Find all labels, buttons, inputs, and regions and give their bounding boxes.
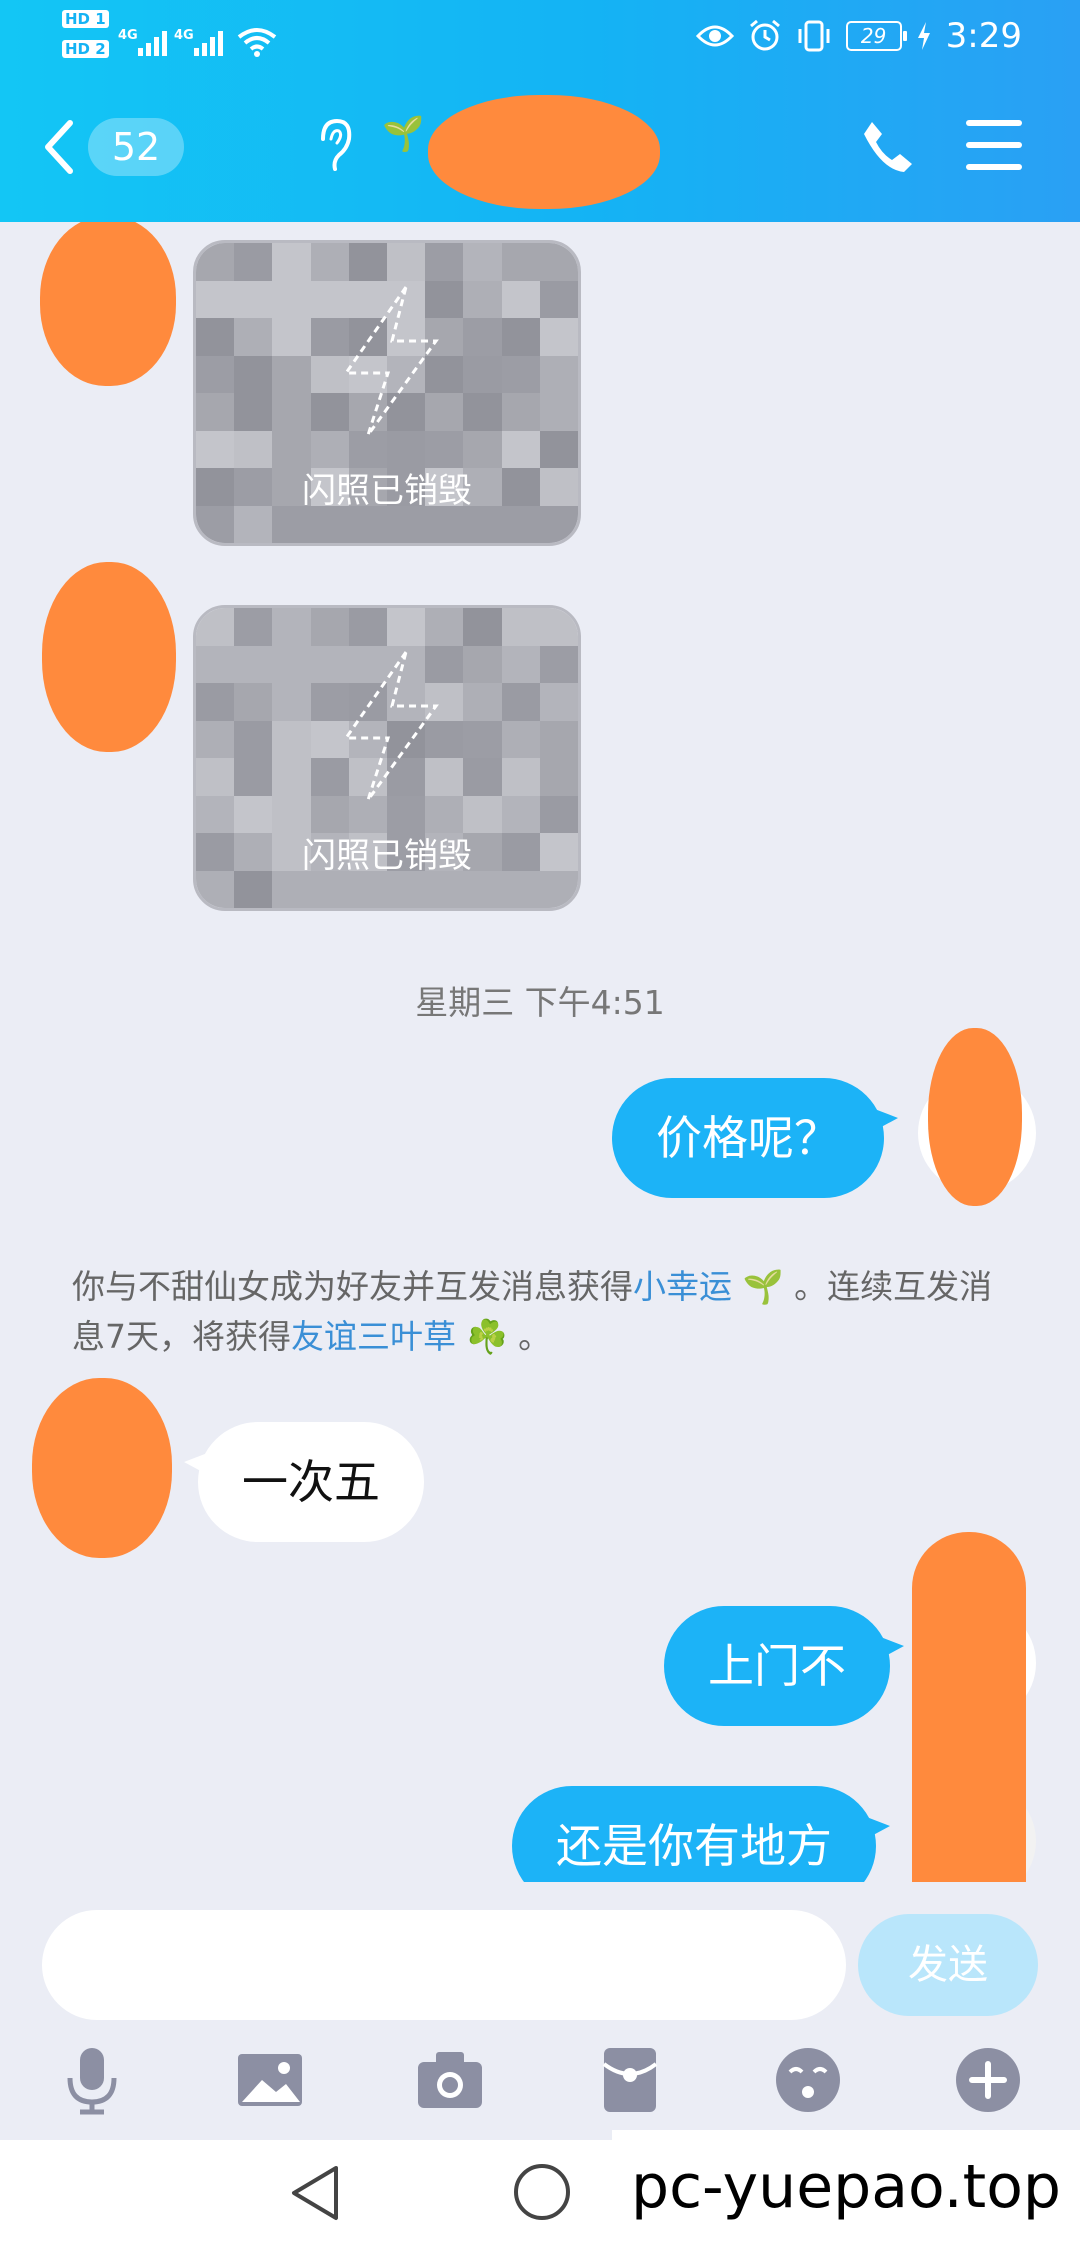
flash-photo-message[interactable]: 闪照已销毁 [193, 605, 581, 911]
lightning-icon [343, 286, 439, 436]
red-packet-icon [602, 2048, 658, 2112]
top-bar: HD 1 HD 2 4G 4G 29 3:29 52 🌱 [0, 0, 1080, 222]
camera-icon [418, 2052, 482, 2108]
flash-photo-message[interactable]: 闪照已销毁 [193, 240, 581, 546]
system-message: 你与不甜仙女成为好友并互发消息获得小幸运 🌱 。连续互发消息7天，将获得友谊三叶… [72, 1262, 1022, 1362]
back-button[interactable]: 52 [40, 110, 200, 184]
battery-icon: 29 [845, 21, 907, 51]
message-bubble-outgoing[interactable]: 还是你有地方 [512, 1786, 890, 1882]
clover-icon: ☘️ [456, 1317, 519, 1356]
flash-photo-label: 闪照已销毁 [302, 836, 472, 876]
camera-button[interactable] [414, 2044, 486, 2116]
message-input[interactable] [42, 1910, 846, 2020]
back-chevron-icon [45, 120, 73, 174]
nav-home-icon[interactable] [514, 2164, 570, 2220]
input-toolbar [0, 2022, 1080, 2140]
unread-count-badge: 52 [88, 118, 184, 176]
voice-button[interactable] [56, 2044, 128, 2116]
input-bar: 发送 [0, 1882, 1080, 2022]
phone-icon[interactable] [858, 116, 918, 176]
lightning-icon [343, 651, 439, 801]
redaction-mark [912, 1532, 1026, 1882]
avatar[interactable] [42, 562, 176, 752]
alarm-icon [749, 19, 780, 51]
link-friendship-clover[interactable]: 友谊三叶草 [291, 1317, 456, 1356]
emoji-icon [776, 2048, 840, 2112]
redaction-mark [428, 95, 660, 209]
chat-title-bar: 52 🌱 [0, 80, 1080, 210]
message-list[interactable]: 闪照已销毁 闪照已销毁 星期三 下午4:51 价格呢？ 你与不甜仙女成为好友并互… [0, 222, 1080, 1882]
sim2-label: HD 2 [62, 40, 109, 58]
status-right: 29 3:29 [695, 14, 1022, 58]
redaction-mark [928, 1028, 1022, 1206]
system-text: 你与不甜仙女成为好友并互发消息获得 [72, 1267, 633, 1306]
message-bubble-outgoing[interactable]: 上门不 [664, 1606, 904, 1726]
status-bar: HD 1 HD 2 4G 4G 29 3:29 [0, 0, 1080, 70]
eye-icon [695, 25, 734, 47]
network2-label: 4G [174, 28, 194, 43]
message-bubble-outgoing[interactable]: 价格呢？ [612, 1078, 898, 1198]
plus-icon [956, 2048, 1020, 2112]
sprout-icon: 🌱 [732, 1267, 795, 1306]
watermark: pc-yuepao.top [612, 2130, 1080, 2244]
emoji-button[interactable] [772, 2044, 844, 2116]
avatar[interactable] [40, 222, 176, 386]
ear-icon[interactable] [315, 115, 355, 175]
signal-group: HD 1 HD 2 4G 4G [62, 10, 292, 66]
flash-photo-label: 闪照已销毁 [302, 471, 472, 511]
album-button[interactable] [234, 2044, 306, 2116]
sprout-icon: 🌱 [382, 114, 425, 154]
red-packet-button[interactable] [594, 2044, 666, 2116]
sim1-label: HD 1 [62, 10, 109, 28]
charging-icon [917, 22, 930, 50]
avatar[interactable] [32, 1378, 172, 1558]
more-button[interactable] [952, 2044, 1024, 2116]
system-text: 。 [518, 1317, 552, 1356]
nav-back-icon[interactable] [288, 2164, 342, 2222]
image-icon [238, 2054, 302, 2106]
vibrate-icon [798, 20, 830, 52]
signal-bars-icon [194, 30, 223, 56]
send-button[interactable]: 发送 [858, 1914, 1038, 2016]
timestamp: 星期三 下午4:51 [415, 983, 665, 1022]
wifi-icon [237, 28, 277, 57]
network1-label: 4G [118, 28, 138, 43]
microphone-icon [67, 2048, 117, 2115]
link-xiaoxingyun[interactable]: 小幸运 [633, 1267, 732, 1306]
signal-bars-icon [138, 30, 167, 56]
clock: 3:29 [945, 16, 1022, 56]
message-bubble-incoming[interactable]: 一次五 [184, 1422, 424, 1542]
menu-icon[interactable] [966, 120, 1022, 170]
